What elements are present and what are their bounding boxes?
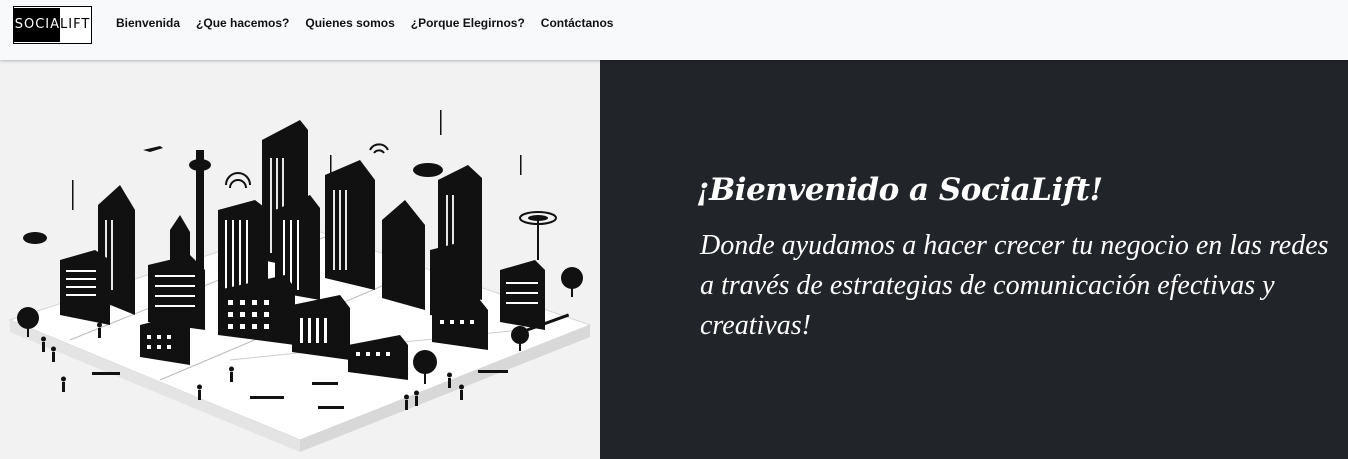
logo-part-dark: SOCIA [12,8,61,42]
city-illustration [0,60,600,459]
logo-part-light: LIFT [60,17,91,32]
nav-link-que-hacemos[interactable]: ¿Que hacemos? [196,16,289,30]
nav-link-contactanos[interactable]: Contáctanos [541,16,614,30]
nav-link-bienvenida[interactable]: Bienvenida [116,16,180,30]
city-illustration-svg [8,110,592,452]
nav-link-quienes-somos[interactable]: Quienes somos [305,16,394,30]
hero-subtitle: Donde ayudamos a hacer crecer tu negocio… [700,230,1329,341]
nav-link-porque-elegirnos[interactable]: ¿Porque Elegirnos? [411,16,525,30]
hero-section: ¡Bienvenido a SociaLift! Donde ayudamos … [0,60,1348,459]
hero-text-panel: ¡Bienvenido a SociaLift! Donde ayudamos … [600,60,1348,459]
hero-title: ¡Bienvenido a SociaLift! [696,172,1103,208]
nav-menu: Bienvenida ¿Que hacemos? Quienes somos ¿… [116,16,613,30]
navbar: SOCIA LIFT Bienvenida ¿Que hacemos? Quien… [0,0,1348,60]
logo[interactable]: SOCIA LIFT [12,6,92,44]
